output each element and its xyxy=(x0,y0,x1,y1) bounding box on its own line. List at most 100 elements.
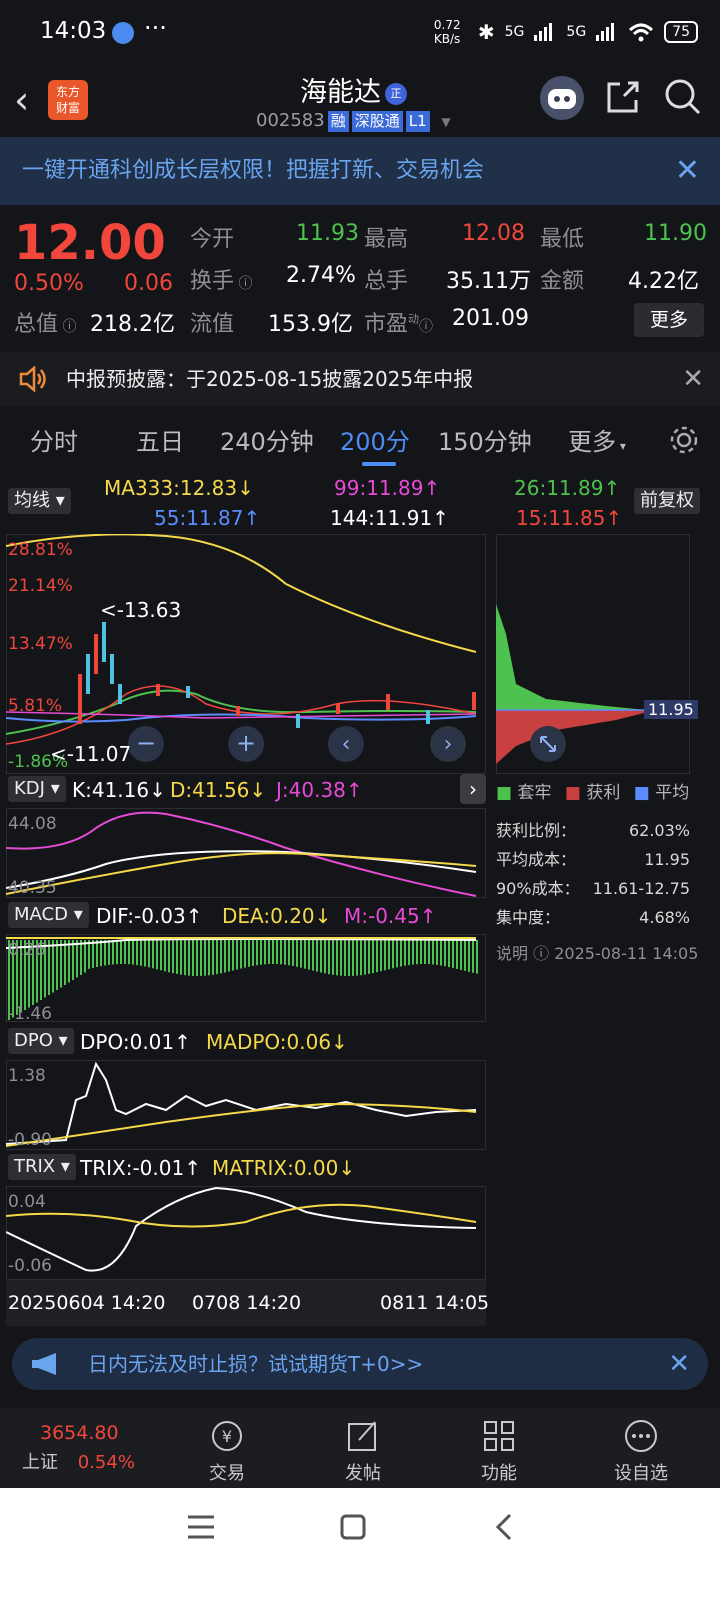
tab-240min[interactable]: 240分钟 xyxy=(220,422,314,457)
menu-icon[interactable] xyxy=(186,1514,216,1540)
speaker-icon xyxy=(19,366,46,392)
macd-bar xyxy=(328,940,330,975)
macd-selector[interactable]: MACD ▾ xyxy=(8,902,89,928)
nav-function[interactable]: 功能 xyxy=(454,1418,544,1485)
info-icon-2[interactable]: ⓘ xyxy=(58,319,76,335)
macd-bar xyxy=(192,940,194,976)
macd-name: MACD xyxy=(14,904,68,925)
macd-bar xyxy=(408,940,410,966)
home-icon[interactable] xyxy=(340,1514,366,1540)
macd-bar xyxy=(300,940,302,968)
stock-code-row[interactable]: 002583 融深股通 L1 ▼ xyxy=(256,110,451,132)
pe-label-text: 市盈 xyxy=(364,312,409,337)
macd-bar xyxy=(308,940,310,970)
trix-selector[interactable]: TRIX ▾ xyxy=(8,1154,76,1180)
madpo-value: MADPO:0.06↓ xyxy=(206,1030,348,1054)
kline-chart[interactable]: − + ‹ › xyxy=(6,534,486,774)
nav-watchlist[interactable]: 设自选 xyxy=(596,1418,686,1485)
robot-assistant-icon[interactable] xyxy=(540,76,584,120)
share-icon[interactable] xyxy=(604,78,642,116)
back-nav-icon[interactable] xyxy=(494,1512,514,1542)
y-label-4: 5.81% xyxy=(8,696,63,716)
close-icon-ad[interactable]: ✕ xyxy=(668,1338,690,1390)
chip-note[interactable]: 说明 ⓘ 2025-08-11 14:05 xyxy=(496,940,698,964)
mcap-label: 总值 ⓘ xyxy=(14,306,76,338)
macd-bar xyxy=(352,940,354,976)
chip-distribution-chart[interactable] xyxy=(496,534,690,774)
search-icon[interactable] xyxy=(662,76,702,116)
ma-selector[interactable]: 均线 ▾ xyxy=(8,488,71,514)
macd-bar xyxy=(356,940,358,976)
macd-bar xyxy=(236,940,238,970)
close-icon-notice[interactable]: ✕ xyxy=(682,352,704,406)
trix-value: TRIX:-0.01↑ xyxy=(80,1156,201,1180)
macd-histogram xyxy=(8,940,478,1020)
macd-bar xyxy=(56,940,58,990)
tab-5day[interactable]: 五日 xyxy=(136,422,184,457)
dpo-chart[interactable] xyxy=(6,1060,486,1150)
notice-text: 中报预披露：于2025-08-15披露2025年中报 xyxy=(66,367,474,391)
period-tabs: 分时 五日 240分钟 200分 150分钟 更多 ▾ xyxy=(0,410,720,468)
macd-bar xyxy=(220,940,222,974)
open-label: 今开 xyxy=(190,227,235,252)
tab-150min[interactable]: 150分钟 xyxy=(438,422,532,457)
macd-bar xyxy=(172,940,174,974)
macd-bar xyxy=(204,940,206,976)
system-nav-bar xyxy=(0,1488,720,1600)
index-value: 3654.80 xyxy=(40,1422,119,1444)
kdj-selector[interactable]: KDJ ▾ xyxy=(8,776,66,802)
net-speed: 0.72 KB/s xyxy=(433,18,461,46)
report-notice[interactable]: 中报预披露：于2025-08-15披露2025年中报 ✕ xyxy=(0,352,720,406)
y-label-2: 21.14% xyxy=(8,576,73,596)
macd-chart[interactable] xyxy=(6,934,486,1022)
kdj-d: D:41.56↓ xyxy=(170,778,267,802)
ma-selector-label: 均线 xyxy=(14,490,50,511)
info-icon-3[interactable]: ⓘ xyxy=(419,319,433,335)
panel-toggle-button[interactable]: › xyxy=(460,774,486,804)
high-value: 12.08 xyxy=(462,221,525,246)
nav-trade[interactable]: ¥ 交易 xyxy=(182,1418,272,1485)
macd-bar xyxy=(200,940,202,976)
bottom-bar: 3654.80 上证 0.54% ¥ 交易 发帖 功能 设自选 xyxy=(0,1408,720,1488)
status-bar: 14:03 ··· 0.72 KB/s ✱ 5G 5G 75 xyxy=(0,0,720,66)
turnover-value: 2.74% xyxy=(286,263,356,288)
chip-row-value: 4.68% xyxy=(639,908,690,927)
settings-gear-icon[interactable] xyxy=(668,424,700,456)
tab-200min[interactable]: 200分 xyxy=(340,422,410,466)
tab-more[interactable]: 更多 ▾ xyxy=(568,422,626,457)
macd-bar xyxy=(140,940,142,966)
info-icon[interactable]: ⓘ xyxy=(234,276,252,292)
macd-bar xyxy=(264,940,266,965)
macd-bar xyxy=(252,940,254,966)
macd-bar xyxy=(344,940,346,976)
macd-bar xyxy=(224,940,226,973)
dpo-selector[interactable]: DPO ▾ xyxy=(8,1028,74,1054)
macd-dea: DEA:0.20↓ xyxy=(222,904,332,928)
macd-m: M:-0.45↑ xyxy=(344,904,437,928)
index-quote[interactable]: 3654.80 上证 0.54% xyxy=(22,1422,162,1474)
close-icon[interactable]: ✕ xyxy=(675,137,700,205)
chip-row-value: 11.61-12.75 xyxy=(592,879,690,898)
adjust-button[interactable]: 前复权 xyxy=(634,488,700,514)
status-badge: 正 xyxy=(385,82,407,105)
ma333-line xyxy=(6,534,477,653)
legend-average: 平均 xyxy=(655,783,690,803)
back-button[interactable]: ‹ xyxy=(14,78,29,122)
nav-post[interactable]: 发帖 xyxy=(318,1418,408,1485)
macd-bar xyxy=(248,940,250,967)
trix-chart[interactable] xyxy=(6,1186,486,1280)
dpo-value: DPO:0.01↑ xyxy=(80,1030,191,1054)
macd-bar xyxy=(304,940,306,969)
futures-ad-banner[interactable]: 日内无法及时止损？试试期货T+0>> ✕ xyxy=(12,1338,708,1390)
tab-intraday[interactable]: 分时 xyxy=(30,422,78,457)
x-label-1: 20250604 14:20 xyxy=(8,1292,166,1314)
promo-banner[interactable]: 一键开通科创成长层权限！把握打新、交易机会 ✕ xyxy=(0,137,720,205)
more-button[interactable]: 更多 xyxy=(634,303,704,337)
more-circle-icon xyxy=(625,1420,657,1452)
app-logo[interactable]: 东方 财富 xyxy=(48,80,88,120)
kdj-chart[interactable] xyxy=(6,808,486,898)
current-price: 12.00 xyxy=(14,215,166,271)
index-name: 上证 xyxy=(22,1452,58,1473)
trade-icon: ¥ xyxy=(212,1421,242,1451)
macd-bar xyxy=(324,940,326,974)
